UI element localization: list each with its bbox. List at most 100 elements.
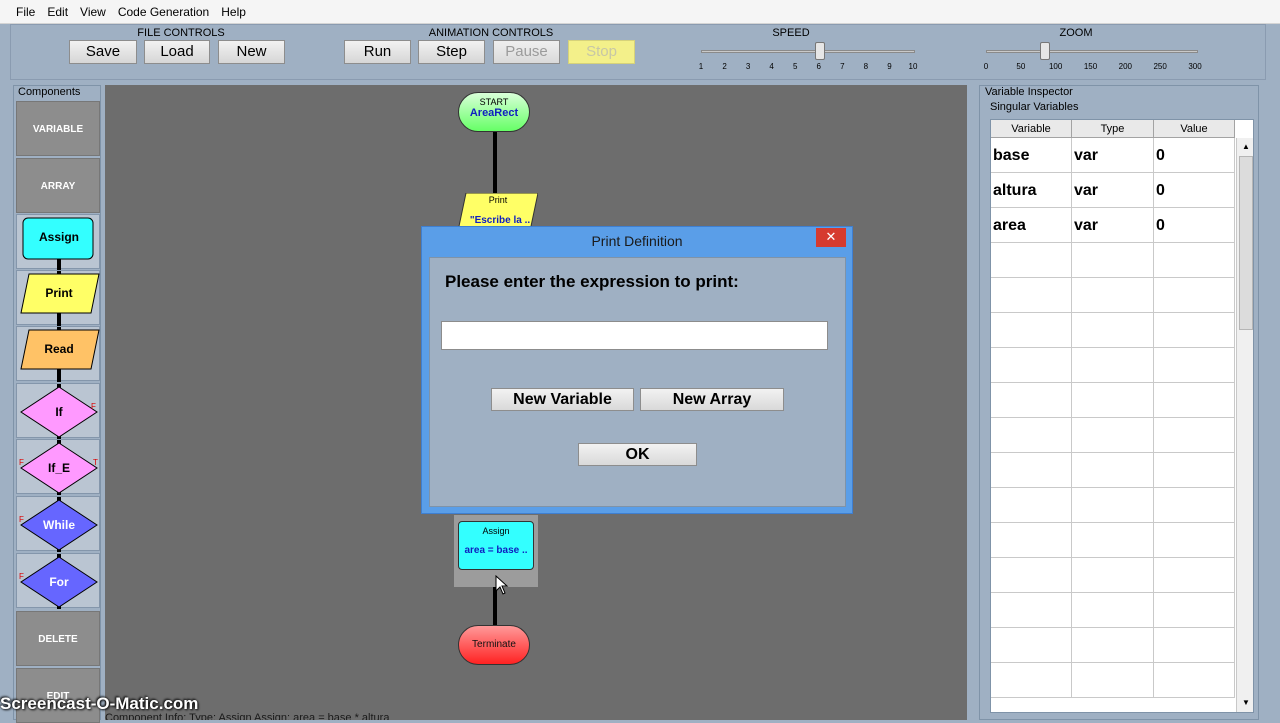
table-cell-value[interactable] xyxy=(1154,558,1235,593)
new-array-button[interactable]: New Array xyxy=(640,388,784,411)
print-component[interactable]: Print xyxy=(16,270,100,326)
table-cell-variable[interactable] xyxy=(991,313,1072,348)
scrollbar-thumb[interactable] xyxy=(1239,156,1253,330)
table-cell-type[interactable] xyxy=(1072,593,1154,628)
speed-tick-label: 7 xyxy=(840,62,845,71)
assign-component[interactable]: Assign xyxy=(16,214,100,270)
table-cell-type[interactable] xyxy=(1072,453,1154,488)
menu-help[interactable]: Help xyxy=(215,5,252,19)
table-cell-type[interactable] xyxy=(1072,243,1154,278)
table-cell-value[interactable]: 0 xyxy=(1154,173,1235,208)
expression-input[interactable] xyxy=(441,321,828,350)
table-cell-variable[interactable]: area xyxy=(991,208,1072,243)
table-cell-variable[interactable] xyxy=(991,348,1072,383)
table-cell-variable[interactable] xyxy=(991,488,1072,523)
table-cell-type[interactable] xyxy=(1072,383,1154,418)
table-cell-type[interactable] xyxy=(1072,418,1154,453)
zoom-tick-label: 200 xyxy=(1118,62,1132,71)
menu-edit[interactable]: Edit xyxy=(41,5,74,19)
table-cell-value[interactable] xyxy=(1154,313,1235,348)
save-button[interactable]: Save xyxy=(69,40,137,64)
speed-title: SPEED xyxy=(772,27,810,39)
speed-tick-label: 3 xyxy=(745,62,751,71)
load-button[interactable]: Load xyxy=(144,40,210,64)
column-header-type[interactable]: Type xyxy=(1072,120,1154,138)
ok-button[interactable]: OK xyxy=(578,443,697,466)
menu-code-generation[interactable]: Code Generation xyxy=(112,5,215,19)
file-controls-title: FILE CONTROLS xyxy=(137,27,225,39)
variable-component[interactable]: VARIABLE xyxy=(16,101,100,156)
if-component[interactable]: F If xyxy=(16,383,100,439)
table-cell-value[interactable] xyxy=(1154,383,1235,418)
print-node-value: "Escribe la .. xyxy=(469,215,531,226)
table-cell-type[interactable] xyxy=(1072,663,1154,698)
terminate-node[interactable]: Terminate xyxy=(458,625,530,665)
table-cell-value[interactable]: 0 xyxy=(1154,138,1235,173)
table-cell-variable[interactable] xyxy=(991,278,1072,313)
table-cell-variable[interactable] xyxy=(991,663,1072,698)
table-cell-type[interactable] xyxy=(1072,523,1154,558)
speed-slider-track[interactable] xyxy=(701,50,915,53)
table-cell-variable[interactable] xyxy=(991,383,1072,418)
table-cell-value[interactable] xyxy=(1154,663,1235,698)
vertical-scrollbar[interactable]: ▲ ▼ xyxy=(1236,138,1253,712)
table-cell-type[interactable] xyxy=(1072,313,1154,348)
while-component[interactable]: F While xyxy=(16,496,100,552)
new-variable-button[interactable]: New Variable xyxy=(491,388,634,411)
table-cell-value[interactable] xyxy=(1154,453,1235,488)
close-icon[interactable]: ✕ xyxy=(816,228,846,247)
table-cell-type[interactable] xyxy=(1072,348,1154,383)
table-cell-type[interactable] xyxy=(1072,628,1154,663)
table-cell-value[interactable] xyxy=(1154,348,1235,383)
table-cell-value[interactable]: 0 xyxy=(1154,208,1235,243)
watermark: Screencast-O-Matic.com xyxy=(0,694,199,713)
stop-button[interactable]: Stop xyxy=(568,40,635,64)
table-cell-type[interactable] xyxy=(1072,558,1154,593)
table-cell-type[interactable] xyxy=(1072,488,1154,523)
table-cell-variable[interactable]: base xyxy=(991,138,1072,173)
column-header-value[interactable]: Value xyxy=(1154,120,1235,138)
zoom-slider-track[interactable] xyxy=(986,50,1198,53)
table-cell-value[interactable] xyxy=(1154,593,1235,628)
new-button[interactable]: New xyxy=(218,40,285,64)
table-cell-value[interactable] xyxy=(1154,243,1235,278)
table-cell-variable[interactable] xyxy=(991,453,1072,488)
table-cell-type[interactable]: var xyxy=(1072,208,1154,243)
column-header-variable[interactable]: Variable xyxy=(991,120,1072,138)
scroll-up-icon[interactable]: ▲ xyxy=(1239,140,1253,154)
speed-tick-label: 4 xyxy=(769,62,774,71)
table-cell-variable[interactable] xyxy=(991,593,1072,628)
assign-node[interactable]: Assign area = base .. xyxy=(458,521,534,570)
run-button[interactable]: Run xyxy=(344,40,411,64)
table-cell-value[interactable] xyxy=(1154,418,1235,453)
table-cell-variable[interactable]: altura xyxy=(991,173,1072,208)
menu-file[interactable]: File xyxy=(10,5,41,19)
table-cell-variable[interactable] xyxy=(991,558,1072,593)
speed-tick-label: 1 xyxy=(698,62,704,71)
speed-slider-thumb[interactable] xyxy=(815,42,825,60)
table-cell-type[interactable] xyxy=(1072,278,1154,313)
table-cell-variable[interactable] xyxy=(991,418,1072,453)
table-cell-variable[interactable] xyxy=(991,523,1072,558)
zoom-slider-thumb[interactable] xyxy=(1040,42,1050,60)
array-component[interactable]: ARRAY xyxy=(16,158,100,213)
table-cell-type[interactable]: var xyxy=(1072,138,1154,173)
read-component[interactable]: Read xyxy=(16,326,100,382)
if-else-component[interactable]: F T If_E xyxy=(16,439,100,495)
for-component[interactable]: F For xyxy=(16,553,100,609)
table-cell-value[interactable] xyxy=(1154,488,1235,523)
step-button[interactable]: Step xyxy=(418,40,485,64)
assign-node-label: Assign xyxy=(482,526,510,536)
speed-tick-label: 10 xyxy=(908,62,918,71)
table-cell-variable[interactable] xyxy=(991,628,1072,663)
delete-button[interactable]: DELETE xyxy=(16,611,100,666)
start-node[interactable]: START AreaRect xyxy=(458,92,530,132)
table-cell-value[interactable] xyxy=(1154,523,1235,558)
pause-button[interactable]: Pause xyxy=(493,40,560,64)
menu-view[interactable]: View xyxy=(74,5,112,19)
table-cell-value[interactable] xyxy=(1154,628,1235,663)
scroll-down-icon[interactable]: ▼ xyxy=(1239,696,1253,710)
table-cell-value[interactable] xyxy=(1154,278,1235,313)
table-cell-type[interactable]: var xyxy=(1072,173,1154,208)
table-cell-variable[interactable] xyxy=(991,243,1072,278)
